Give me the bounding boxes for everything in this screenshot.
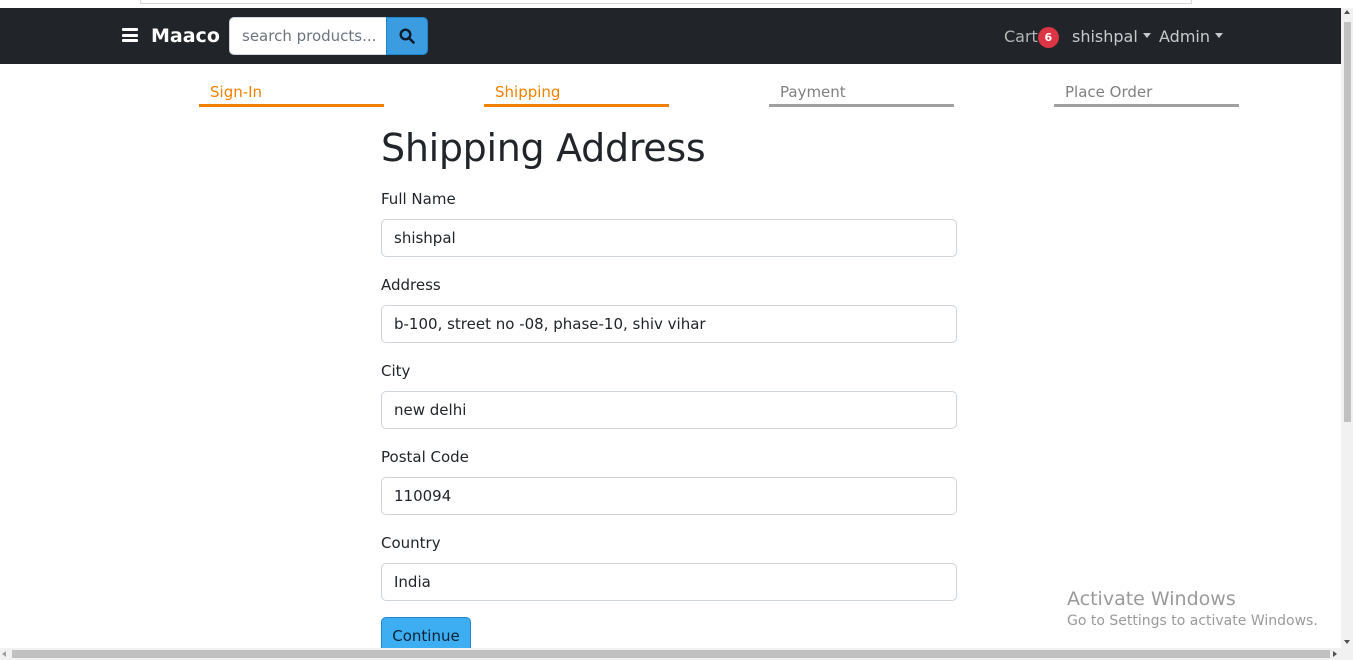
address-field[interactable] [381,305,957,343]
scroll-down-icon[interactable] [1344,640,1350,644]
city-field[interactable] [381,391,957,429]
windows-activation-watermark: Activate Windows Go to Settings to activ… [1067,588,1318,629]
city-label: City [381,362,411,380]
step-place-order: Place Order [1054,83,1239,107]
step-label: Shipping [495,83,561,101]
user-menu-label: shishpal [1072,27,1138,46]
full-name-label: Full Name [381,190,456,208]
navbar: Maaco Cart6 shishpal Admin [0,8,1341,64]
country-field[interactable] [381,563,957,601]
horizontal-scrollbar[interactable] [0,648,1353,660]
watermark-title: Activate Windows [1067,588,1236,610]
postal-code-field[interactable] [381,477,957,515]
vertical-scrollbar[interactable] [1341,8,1353,648]
cart-link[interactable]: Cart 6 [1004,27,1059,49]
step-payment: Payment [769,83,954,107]
full-name-field[interactable] [381,219,957,257]
hamburger-menu-icon[interactable] [122,28,138,42]
search-button[interactable] [386,17,428,55]
step-sign-in: Sign-In [199,83,384,107]
country-label: Country [381,534,441,552]
admin-menu-label: Admin [1159,27,1210,46]
chevron-down-icon [1142,33,1151,38]
admin-menu-dropdown[interactable]: Admin [1159,27,1223,46]
cart-label: Cart [1004,27,1038,46]
chevron-down-icon [1215,33,1223,38]
page-title: Shipping Address [381,126,706,170]
search-icon [399,28,415,44]
browser-strip-frame [140,0,1192,4]
brand-logo[interactable]: Maaco [151,25,220,47]
search-input[interactable] [229,17,387,55]
step-shipping: Shipping [484,83,669,107]
step-label: Place Order [1065,83,1153,101]
step-label: Sign-In [210,83,263,101]
cart-count-badge: 6 [1037,27,1059,48]
horizontal-scroll-thumb[interactable] [12,650,1330,658]
browser-top-strip [0,0,1341,8]
address-label: Address [381,276,441,294]
user-menu-dropdown[interactable]: shishpal [1072,27,1151,46]
step-label: Payment [780,83,846,101]
scroll-right-icon[interactable] [1333,651,1337,657]
scroll-left-icon[interactable] [2,651,6,657]
vertical-scroll-thumb[interactable] [1344,22,1351,422]
scroll-up-icon[interactable] [1344,10,1350,14]
postal-code-label: Postal Code [381,448,469,466]
watermark-subtitle: Go to Settings to activate Windows. [1067,613,1318,629]
